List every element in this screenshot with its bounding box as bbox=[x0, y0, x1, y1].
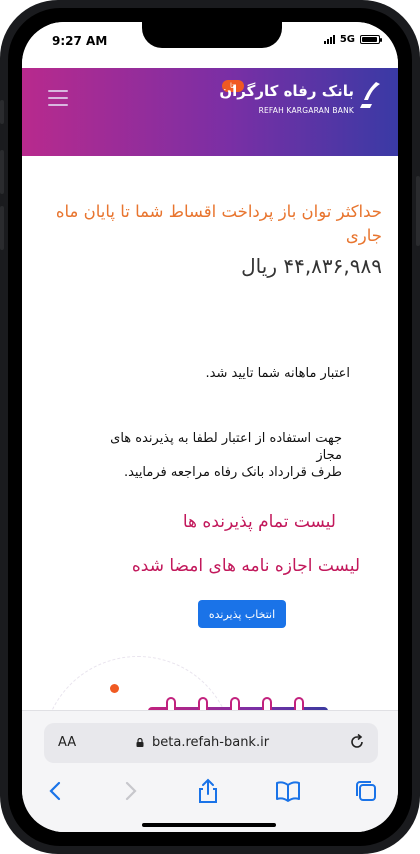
browser-bottom-bar: AA beta.refah-bank.ir bbox=[22, 710, 398, 832]
repayment-amount: ۴۴,۸۳۶,۹۸۹ ریال bbox=[241, 254, 382, 278]
credit-approved-text: اعتبار ماهانه شما تایید شد. bbox=[205, 366, 350, 381]
brand-name-en: REFAH KARGARAN BANK bbox=[258, 106, 354, 115]
lock-icon bbox=[136, 738, 144, 747]
home-indicator bbox=[142, 823, 276, 827]
reader-settings-button[interactable]: AA bbox=[58, 735, 76, 750]
volume-up-button bbox=[0, 150, 4, 194]
usage-guide-line-1: جهت استفاده از اعتبار لطفا به پذیرنده ها… bbox=[110, 431, 342, 463]
notch bbox=[142, 22, 282, 48]
signed-permits-link[interactable]: لیست اجازه نامه های امضا شده bbox=[132, 556, 360, 576]
menu-icon[interactable] bbox=[48, 90, 68, 106]
power-button bbox=[416, 176, 420, 246]
url-text: beta.refah-bank.ir bbox=[152, 735, 270, 750]
bookmarks-icon[interactable] bbox=[274, 777, 302, 805]
tabs-icon[interactable] bbox=[352, 777, 380, 805]
status-right: 5G bbox=[323, 34, 382, 45]
address-bar[interactable]: AA beta.refah-bank.ir bbox=[44, 723, 378, 763]
browser-toolbar bbox=[22, 777, 398, 809]
bank-emblem-icon bbox=[360, 82, 380, 108]
network-label: 5G bbox=[339, 34, 355, 45]
all-merchants-link[interactable]: لیست تمام پذیرنده ها bbox=[183, 512, 336, 532]
screen: 9:27 AM 5G بتا بانک رفاه کارگران REFAH K… bbox=[22, 22, 398, 832]
decorative-dot bbox=[110, 684, 119, 693]
main-content: حداکثر توان باز پرداخت اقساط شما تا پایا… bbox=[22, 156, 398, 832]
battery-icon bbox=[360, 35, 382, 44]
silent-switch bbox=[0, 100, 4, 124]
brand-name-fa: بانک رفاه کارگران bbox=[219, 82, 354, 100]
reload-icon[interactable] bbox=[348, 733, 366, 751]
usage-guide-line-2: طرف قرارداد بانک رفاه مراجعه فرمایید. bbox=[123, 465, 342, 480]
bank-logo[interactable]: بتا بانک رفاه کارگران REFAH KARGARAN BAN… bbox=[219, 76, 382, 120]
app-header: بتا بانک رفاه کارگران REFAH KARGARAN BAN… bbox=[22, 68, 398, 156]
share-icon[interactable] bbox=[194, 777, 222, 805]
signal-icon bbox=[323, 35, 335, 44]
forward-icon[interactable] bbox=[116, 777, 144, 805]
select-merchant-button[interactable]: انتخاب پذیرنده bbox=[198, 600, 286, 628]
back-icon[interactable] bbox=[42, 777, 70, 805]
phone-frame: 9:27 AM 5G بتا بانک رفاه کارگران REFAH K… bbox=[0, 0, 420, 854]
usage-guide-text: جهت استفاده از اعتبار لطفا به پذیرنده ها… bbox=[82, 430, 342, 481]
status-time: 9:27 AM bbox=[52, 34, 108, 48]
volume-down-button bbox=[0, 206, 4, 250]
repayment-heading: حداکثر توان باز پرداخت اقساط شما تا پایا… bbox=[55, 202, 382, 245]
status-bar: 9:27 AM 5G bbox=[22, 22, 398, 68]
